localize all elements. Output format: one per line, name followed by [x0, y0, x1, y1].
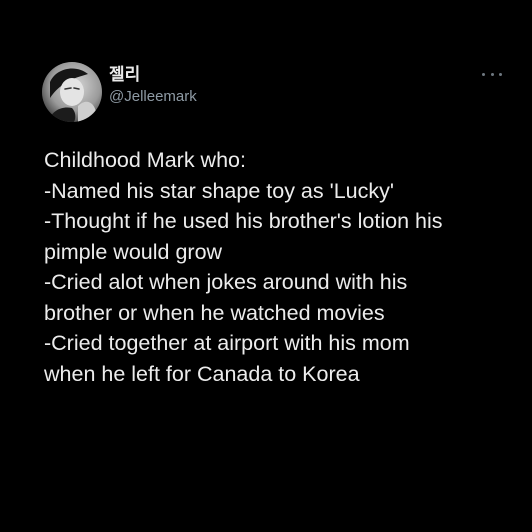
- author-handle[interactable]: @Jelleemark: [109, 87, 197, 107]
- tweet-line: -Cried alot when jokes around with his: [44, 270, 408, 294]
- more-horizontal-icon[interactable]: [482, 68, 502, 80]
- tweet-line: brother or when he watched movies: [44, 300, 385, 325]
- tweet-line: -Named his star shape toy as 'Lucky': [44, 178, 394, 203]
- avatar-photo-icon: [42, 62, 102, 122]
- menu-dot: [499, 72, 502, 76]
- menu-dot: [482, 72, 485, 76]
- tweet-line: when he left for Canada to Korea: [44, 361, 360, 386]
- author-info: 젤리 @Jelleemark: [109, 65, 197, 107]
- tweet-card: 젤리 @Jelleemark Childhood Mark who: -Name…: [0, 0, 532, 532]
- tweet-line: pimple would grow: [44, 239, 223, 264]
- tweet-line: -Thought if he used his brother's lotion…: [44, 209, 443, 233]
- author-display-name[interactable]: 젤리: [109, 65, 197, 85]
- tweet-line: Childhood Mark who:: [44, 148, 246, 172]
- tweet-line: -Cried together at airport with his mom: [44, 331, 410, 355]
- tweet-text: Childhood Mark who: -Named his star shap…: [44, 145, 514, 389]
- avatar[interactable]: [42, 62, 102, 122]
- tweet-header: 젤리 @Jelleemark: [42, 62, 502, 122]
- menu-dot: [490, 72, 494, 76]
